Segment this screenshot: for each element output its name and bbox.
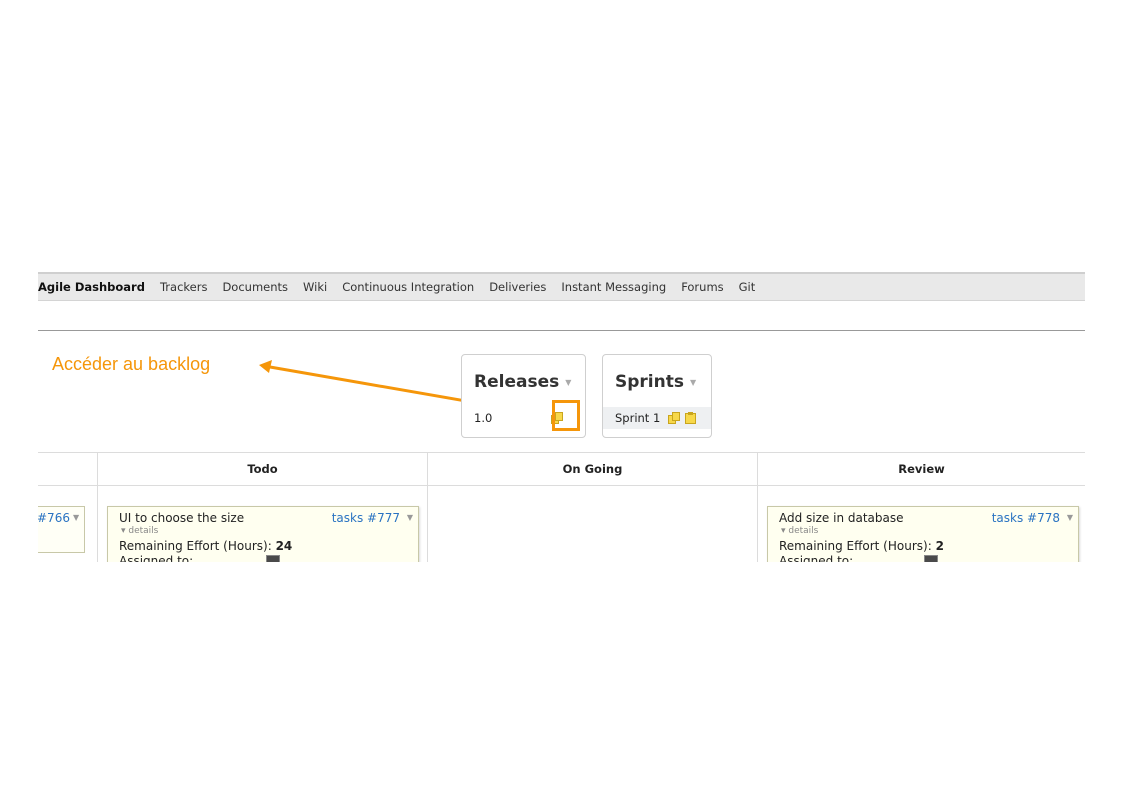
column-header-todo: Todo bbox=[247, 462, 278, 476]
card-reference[interactable]: tasks #778 bbox=[992, 511, 1060, 525]
release-name[interactable]: 1.0 bbox=[474, 411, 492, 425]
column-header-on-going: On Going bbox=[562, 462, 623, 476]
column-header-review: Review bbox=[898, 462, 945, 476]
card-reference[interactable]: tasks #777 bbox=[332, 511, 400, 525]
board-header-border bbox=[38, 485, 1085, 486]
nav-agile-dashboard[interactable]: Agile Dashboard bbox=[38, 280, 145, 294]
releases-title: Releases bbox=[474, 372, 560, 392]
details-label: details bbox=[788, 526, 819, 536]
effort-value: 2 bbox=[935, 539, 944, 553]
sprint-name[interactable]: Sprint 1 bbox=[615, 411, 660, 425]
card-details-toggle[interactable]: ▾ details bbox=[781, 526, 818, 536]
sprint-row: Sprint 1 bbox=[603, 407, 711, 429]
effort-label: Remaining Effort (Hours): bbox=[779, 539, 932, 553]
avatar bbox=[924, 555, 938, 562]
chevron-down-icon[interactable]: ▼ bbox=[73, 513, 79, 522]
details-label: details bbox=[128, 526, 159, 536]
sprints-header[interactable]: Sprints ▼ bbox=[615, 372, 696, 392]
effort-value: 24 bbox=[275, 539, 293, 553]
screenshot-frame: Agile Dashboard Trackers Documents Wiki … bbox=[38, 272, 1085, 562]
task-card[interactable]: UI to choose the size tasks #777 ▼ ▾ det… bbox=[107, 506, 419, 562]
card-title: UI to choose the size bbox=[119, 511, 245, 525]
card-reference[interactable]: #766 bbox=[38, 511, 70, 525]
highlight-box bbox=[552, 400, 580, 431]
sprints-widget: Sprints ▼ Sprint 1 bbox=[602, 354, 712, 438]
nav-wiki[interactable]: Wiki bbox=[303, 280, 327, 294]
task-card[interactable]: #766 ▼ bbox=[38, 506, 85, 553]
annotation-label: Accéder au backlog bbox=[52, 354, 211, 374]
nav-documents[interactable]: Documents bbox=[222, 280, 288, 294]
chevron-down-icon[interactable]: ▼ bbox=[690, 378, 696, 387]
nav-trackers[interactable]: Trackers bbox=[160, 280, 207, 294]
note-icon[interactable] bbox=[685, 411, 697, 424]
chevron-down-icon[interactable]: ▼ bbox=[565, 378, 571, 387]
nav-continuous-integration[interactable]: Continuous Integration bbox=[342, 280, 474, 294]
header-divider bbox=[38, 330, 1085, 331]
project-nav-bar: Agile Dashboard Trackers Documents Wiki … bbox=[38, 272, 1085, 301]
card-assigned: Assigned to: bbox=[779, 554, 854, 562]
arrow-head bbox=[259, 360, 272, 373]
chevron-down-icon[interactable]: ▼ bbox=[407, 513, 413, 522]
card-assigned: Assigned to: bbox=[119, 554, 194, 562]
card-title: Add size in database bbox=[779, 511, 904, 525]
board-top-border bbox=[38, 452, 1085, 453]
nav-instant-messaging[interactable]: Instant Messaging bbox=[561, 280, 666, 294]
nav-forums[interactable]: Forums bbox=[681, 280, 723, 294]
card-details-toggle[interactable]: ▾ details bbox=[121, 526, 158, 536]
effort-label: Remaining Effort (Hours): bbox=[119, 539, 272, 553]
nav-deliveries[interactable]: Deliveries bbox=[489, 280, 546, 294]
releases-header[interactable]: Releases ▼ bbox=[474, 372, 571, 392]
card-effort: Remaining Effort (Hours): 2 bbox=[779, 539, 944, 553]
task-card[interactable]: Add size in database tasks #778 ▼ ▾ deta… bbox=[767, 506, 1079, 562]
card-effort: Remaining Effort (Hours): 24 bbox=[119, 539, 292, 553]
sprints-title: Sprints bbox=[615, 372, 684, 392]
chevron-down-icon[interactable]: ▼ bbox=[1067, 513, 1073, 522]
nav-git[interactable]: Git bbox=[739, 280, 756, 294]
backlog-icon[interactable] bbox=[668, 412, 681, 424]
avatar bbox=[266, 555, 280, 562]
